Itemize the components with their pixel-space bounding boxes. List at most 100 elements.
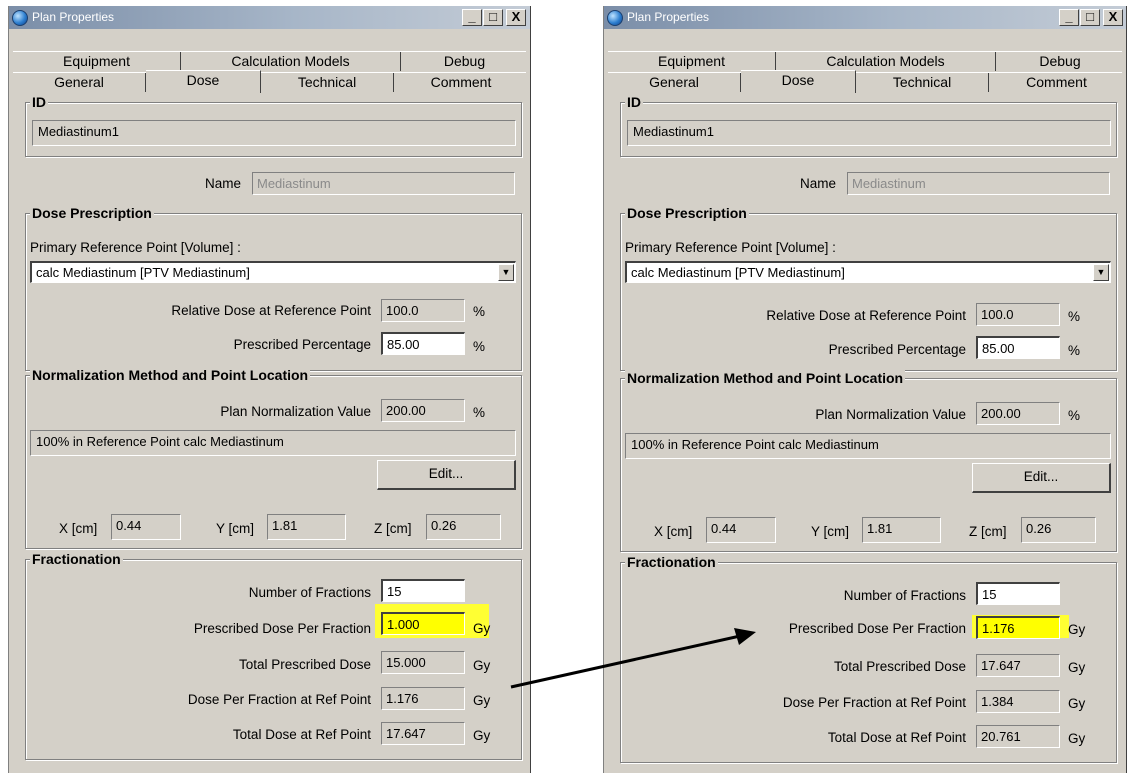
tab-debug[interactable]: Debug — [996, 52, 1124, 71]
total-dose-ref-unit: Gy — [473, 728, 491, 743]
primary-ref-value: calc Mediastinum [PTV Mediastinum] — [631, 265, 845, 280]
total-prescribed-field: 15.000 — [381, 651, 465, 674]
plan-properties-dialog-after: Plan Properties _ □ X Equipment Calculat… — [603, 6, 1127, 773]
y-coord-field: 1.81 — [267, 514, 346, 540]
plan-normalization-field: 200.00 — [381, 399, 465, 422]
total-prescribed-unit: Gy — [473, 658, 491, 673]
y-coord-field: 1.81 — [862, 517, 941, 543]
dose-per-fraction-ref-unit: Gy — [1068, 696, 1086, 711]
plan-normalization-unit: % — [1068, 408, 1081, 423]
close-button[interactable]: X — [506, 9, 526, 26]
prescribed-pct-input[interactable]: 85.00 — [381, 332, 465, 355]
minimize-button[interactable]: _ — [1059, 9, 1079, 26]
name-label: Name — [205, 176, 242, 191]
minimize-button[interactable]: _ — [462, 9, 482, 26]
id-legend: ID — [625, 94, 643, 110]
prescribed-pct-input[interactable]: 85.00 — [976, 336, 1060, 359]
dose-per-fraction-ref-unit: Gy — [473, 693, 491, 708]
tab-technical[interactable]: Technical — [261, 73, 394, 92]
edit-button[interactable]: Edit... — [377, 460, 516, 490]
title-bar[interactable]: Plan Properties _ □ X — [9, 6, 530, 29]
dose-per-fraction-unit: Gy — [1068, 622, 1086, 637]
fractionation-legend: Fractionation — [30, 551, 123, 567]
dose-per-fraction-ref-label: Dose Per Fraction at Ref Point — [187, 692, 371, 707]
tab-comment[interactable]: Comment — [989, 73, 1124, 92]
plan-normalization-unit: % — [473, 405, 486, 420]
relative-dose-unit: % — [1068, 309, 1081, 324]
tab-debug[interactable]: Debug — [401, 52, 528, 71]
primary-ref-value: calc Mediastinum [PTV Mediastinum] — [36, 265, 250, 280]
dose-per-fraction-ref-field: 1.384 — [976, 690, 1060, 713]
z-coord-field: 0.26 — [1021, 517, 1096, 543]
total-dose-ref-unit: Gy — [1068, 731, 1086, 746]
x-coord-field: 0.44 — [706, 517, 776, 543]
tab-row-top: Equipment Calculation Models Debug — [13, 51, 526, 71]
y-coord-label: Y [cm] — [811, 524, 850, 539]
plan-normalization-label: Plan Normalization Value — [220, 404, 371, 419]
normalization-legend: Normalization Method and Point Location — [625, 370, 906, 386]
dose-per-fraction-label: Prescribed Dose Per Fraction — [788, 621, 966, 636]
dose-prescription-legend: Dose Prescription — [30, 205, 154, 221]
tab-row-top: Equipment Calculation Models Debug — [608, 51, 1122, 71]
maximize-button[interactable]: □ — [1080, 9, 1100, 26]
edit-button[interactable]: Edit... — [972, 463, 1111, 493]
relative-dose-label: Relative Dose at Reference Point — [171, 303, 371, 318]
window-title: Plan Properties — [32, 10, 115, 24]
x-coord-label: X [cm] — [59, 521, 98, 536]
normalization-method-text: 100% in Reference Point calc Mediastinum — [30, 430, 516, 456]
total-dose-ref-label: Total Dose at Ref Point — [827, 730, 966, 745]
id-group: ID Mediastinum1 — [620, 94, 1117, 157]
tab-technical[interactable]: Technical — [856, 73, 989, 92]
dose-per-fraction-label: Prescribed Dose Per Fraction — [193, 621, 371, 636]
tab-equipment[interactable]: Equipment — [608, 52, 776, 71]
num-fractions-input[interactable]: 15 — [976, 582, 1060, 605]
dose-per-fraction-ref-field: 1.176 — [381, 687, 465, 710]
id-group: ID Mediastinum1 — [25, 94, 522, 157]
tab-calculation-models[interactable]: Calculation Models — [181, 52, 401, 71]
plan-name-field: Mediastinum — [847, 172, 1110, 195]
plan-id-value: Mediastinum1 — [627, 120, 1111, 146]
tab-comment[interactable]: Comment — [394, 73, 528, 92]
normalization-method-text: 100% in Reference Point calc Mediastinum — [625, 433, 1111, 459]
relative-dose-unit: % — [473, 304, 486, 319]
z-coord-label: Z [cm] — [374, 521, 412, 536]
tab-general[interactable]: General — [608, 73, 741, 92]
prescribed-pct-label: Prescribed Percentage — [828, 342, 966, 357]
tab-calculation-models[interactable]: Calculation Models — [776, 52, 996, 71]
tab-dose[interactable]: Dose — [146, 70, 261, 93]
title-bar[interactable]: Plan Properties _ □ X — [604, 6, 1126, 29]
dose-per-fraction-unit: Gy — [473, 621, 491, 636]
total-dose-ref-label: Total Dose at Ref Point — [232, 727, 371, 742]
tab-row-bottom: General Dose Technical Comment — [13, 70, 528, 93]
primary-ref-label: Primary Reference Point [Volume] : — [625, 240, 836, 255]
num-fractions-label: Number of Fractions — [843, 588, 966, 603]
z-coord-field: 0.26 — [426, 514, 501, 540]
plan-properties-dialog-before: Plan Properties _ □ X Equipment Calculat… — [8, 6, 531, 773]
num-fractions-label: Number of Fractions — [248, 585, 371, 600]
app-icon — [12, 10, 28, 26]
total-dose-ref-field: 17.647 — [381, 722, 465, 745]
prescribed-pct-label: Prescribed Percentage — [233, 337, 371, 352]
close-button[interactable]: X — [1103, 9, 1123, 26]
window-title: Plan Properties — [627, 10, 710, 24]
app-icon — [607, 10, 623, 26]
total-prescribed-field: 17.647 — [976, 654, 1060, 677]
primary-ref-dropdown[interactable]: calc Mediastinum [PTV Mediastinum] ▼ — [625, 261, 1111, 283]
x-coord-label: X [cm] — [654, 524, 693, 539]
primary-ref-dropdown[interactable]: calc Mediastinum [PTV Mediastinum] ▼ — [30, 261, 516, 283]
prescribed-pct-unit: % — [473, 339, 486, 354]
y-coord-label: Y [cm] — [216, 521, 255, 536]
dose-per-fraction-input[interactable]: 1.176 — [976, 616, 1060, 639]
total-prescribed-label: Total Prescribed Dose — [238, 657, 371, 672]
maximize-button[interactable]: □ — [483, 9, 503, 26]
dropdown-arrow-icon[interactable]: ▼ — [1093, 264, 1109, 281]
tab-dose[interactable]: Dose — [741, 70, 856, 93]
normalization-legend: Normalization Method and Point Location — [30, 367, 311, 383]
num-fractions-input[interactable]: 15 — [381, 579, 465, 602]
dose-per-fraction-ref-label: Dose Per Fraction at Ref Point — [782, 695, 966, 710]
tab-general[interactable]: General — [13, 73, 146, 92]
id-legend: ID — [30, 94, 48, 110]
dropdown-arrow-icon[interactable]: ▼ — [498, 264, 514, 281]
tab-equipment[interactable]: Equipment — [13, 52, 181, 71]
dose-per-fraction-input[interactable]: 1.000 — [381, 612, 465, 635]
